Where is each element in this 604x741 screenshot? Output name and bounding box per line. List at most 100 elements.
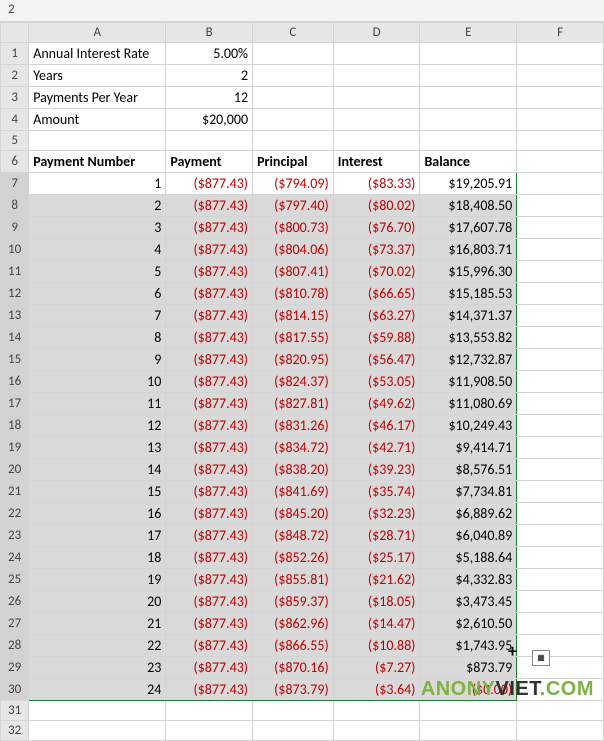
cell-E12[interactable]: $15,185.53 (420, 283, 517, 305)
row-header-20[interactable]: 20 (1, 459, 29, 481)
cell-E19[interactable]: $9,414.71 (420, 437, 517, 459)
cell-C17[interactable]: ($827.81) (253, 393, 334, 415)
cell-F29[interactable] (517, 657, 604, 679)
row-header-29[interactable]: 29 (1, 657, 29, 679)
cell-C9[interactable]: ($800.73) (253, 217, 334, 239)
cell-A17[interactable]: 11 (29, 393, 166, 415)
row-header-24[interactable]: 24 (1, 547, 29, 569)
cell-C23[interactable]: ($848.72) (253, 525, 334, 547)
cell-B12[interactable]: ($877.43) (166, 283, 253, 305)
cell-B13[interactable]: ($877.43) (166, 305, 253, 327)
cell-E5[interactable] (420, 131, 517, 151)
cell-E21[interactable]: $7,734.81 (420, 481, 517, 503)
row-header-32[interactable]: 32 (1, 721, 29, 741)
cell-F9[interactable] (517, 217, 604, 239)
cell-E10[interactable]: $16,803.71 (420, 239, 517, 261)
cell-A8[interactable]: 2 (29, 195, 166, 217)
row-header-11[interactable]: 11 (1, 261, 29, 283)
cell-C27[interactable]: ($862.96) (253, 613, 334, 635)
cell-A20[interactable]: 14 (29, 459, 166, 481)
cell-C20[interactable]: ($838.20) (253, 459, 334, 481)
cell-F3[interactable] (517, 87, 604, 109)
cell-E16[interactable]: $11,908.50 (420, 371, 517, 393)
autofill-options-button[interactable]: ▦ (532, 650, 550, 666)
cell-E4[interactable] (420, 109, 517, 131)
cell-F31[interactable] (517, 701, 604, 721)
cell-E9[interactable]: $17,607.78 (420, 217, 517, 239)
cell-C1[interactable] (253, 43, 334, 65)
cell-B9[interactable]: ($877.43) (166, 217, 253, 239)
formula-bar[interactable]: 2 (0, 0, 604, 22)
cell-D17[interactable]: ($49.62) (333, 393, 420, 415)
cell-C19[interactable]: ($834.72) (253, 437, 334, 459)
cell-E2[interactable] (420, 65, 517, 87)
cell-C8[interactable]: ($797.40) (253, 195, 334, 217)
cell-C29[interactable]: ($870.16) (253, 657, 334, 679)
cell-C25[interactable]: ($855.81) (253, 569, 334, 591)
spreadsheet-grid[interactable]: ABCDEF1Annual Interest Rate5.00%2Years23… (0, 22, 604, 741)
cell-F23[interactable] (517, 525, 604, 547)
cell-E11[interactable]: $15,996.30 (420, 261, 517, 283)
cell-A16[interactable]: 10 (29, 371, 166, 393)
row-header-14[interactable]: 14 (1, 327, 29, 349)
cell-A18[interactable]: 12 (29, 415, 166, 437)
cell-D9[interactable]: ($76.70) (333, 217, 420, 239)
cell-C15[interactable]: ($820.95) (253, 349, 334, 371)
row-header-4[interactable]: 4 (1, 109, 29, 131)
cell-A14[interactable]: 8 (29, 327, 166, 349)
cell-C22[interactable]: ($845.20) (253, 503, 334, 525)
cell-F21[interactable] (517, 481, 604, 503)
row-header-9[interactable]: 9 (1, 217, 29, 239)
cell-F14[interactable] (517, 327, 604, 349)
cell-A23[interactable]: 17 (29, 525, 166, 547)
cell-A6[interactable]: Payment Number (29, 151, 166, 173)
cell-D30[interactable]: ($3.64) (333, 679, 420, 701)
row-header-16[interactable]: 16 (1, 371, 29, 393)
cell-C3[interactable] (253, 87, 334, 109)
cell-D1[interactable] (333, 43, 420, 65)
cell-C10[interactable]: ($804.06) (253, 239, 334, 261)
cell-F24[interactable] (517, 547, 604, 569)
cell-B22[interactable]: ($877.43) (166, 503, 253, 525)
cell-C30[interactable]: ($873.79) (253, 679, 334, 701)
cell-E22[interactable]: $6,889.62 (420, 503, 517, 525)
cell-F32[interactable] (517, 721, 604, 741)
cell-D22[interactable]: ($32.23) (333, 503, 420, 525)
cell-F22[interactable] (517, 503, 604, 525)
cell-E27[interactable]: $2,610.50 (420, 613, 517, 635)
cell-D14[interactable]: ($59.88) (333, 327, 420, 349)
cell-A26[interactable]: 20 (29, 591, 166, 613)
cell-E6[interactable]: Balance (420, 151, 517, 173)
cell-C28[interactable]: ($866.55) (253, 635, 334, 657)
cell-B15[interactable]: ($877.43) (166, 349, 253, 371)
cell-E14[interactable]: $13,553.82 (420, 327, 517, 349)
cell-C13[interactable]: ($814.15) (253, 305, 334, 327)
cell-A29[interactable]: 23 (29, 657, 166, 679)
cell-E28[interactable]: $1,743.95 (420, 635, 517, 657)
cell-B17[interactable]: ($877.43) (166, 393, 253, 415)
cell-F25[interactable] (517, 569, 604, 591)
cell-C18[interactable]: ($831.26) (253, 415, 334, 437)
cell-F11[interactable] (517, 261, 604, 283)
cell-A12[interactable]: 6 (29, 283, 166, 305)
row-header-30[interactable]: 30 (1, 679, 29, 701)
cell-C5[interactable] (253, 131, 334, 151)
cell-C31[interactable] (253, 701, 334, 721)
row-header-8[interactable]: 8 (1, 195, 29, 217)
row-header-1[interactable]: 1 (1, 43, 29, 65)
cell-E17[interactable]: $11,080.69 (420, 393, 517, 415)
cell-E7[interactable]: $19,205.91 (420, 173, 517, 195)
cell-D29[interactable]: ($7.27) (333, 657, 420, 679)
cell-C4[interactable] (253, 109, 334, 131)
cell-F7[interactable] (517, 173, 604, 195)
cell-B23[interactable]: ($877.43) (166, 525, 253, 547)
col-header-C[interactable]: C (253, 23, 334, 43)
cell-B11[interactable]: ($877.43) (166, 261, 253, 283)
cell-D12[interactable]: ($66.65) (333, 283, 420, 305)
col-header-B[interactable]: B (166, 23, 253, 43)
cell-B19[interactable]: ($877.43) (166, 437, 253, 459)
cell-B14[interactable]: ($877.43) (166, 327, 253, 349)
row-header-5[interactable]: 5 (1, 131, 29, 151)
cell-D11[interactable]: ($70.02) (333, 261, 420, 283)
cell-C16[interactable]: ($824.37) (253, 371, 334, 393)
